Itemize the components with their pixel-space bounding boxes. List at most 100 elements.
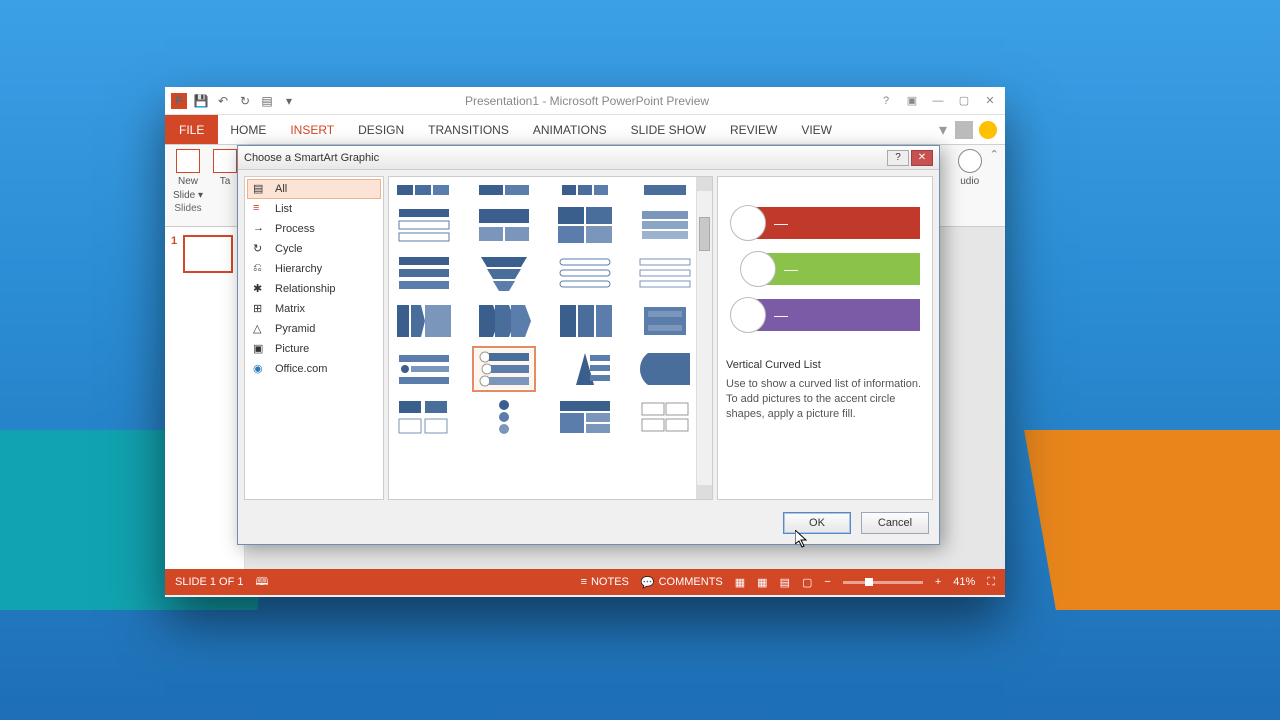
- slideshow-view-icon[interactable]: ▢: [802, 576, 812, 589]
- layout-thumb[interactable]: [395, 183, 453, 197]
- minimize-button[interactable]: —: [929, 93, 947, 109]
- scroll-thumb[interactable]: [699, 217, 710, 251]
- comments-button[interactable]: 💬 COMMENTS: [641, 576, 723, 589]
- dialog-help-button[interactable]: ?: [887, 150, 909, 166]
- layout-thumb[interactable]: [636, 397, 694, 437]
- zoom-slider[interactable]: [843, 581, 923, 584]
- office-icon: ◉: [253, 362, 267, 376]
- layout-thumb[interactable]: [556, 183, 614, 197]
- maximize-button[interactable]: ▢: [955, 93, 973, 109]
- category-relationship[interactable]: ✱Relationship: [247, 279, 381, 299]
- layout-thumb[interactable]: [636, 205, 694, 245]
- hierarchy-icon: ⎌: [253, 262, 267, 276]
- layout-thumb[interactable]: [475, 205, 533, 245]
- feedback-icon[interactable]: [979, 121, 997, 139]
- cancel-button[interactable]: Cancel: [861, 512, 929, 534]
- layout-vertical-curved-list[interactable]: [475, 349, 533, 389]
- ribbon-display-icon[interactable]: ▣: [903, 93, 921, 109]
- scroll-up-icon[interactable]: [697, 177, 712, 191]
- category-picture[interactable]: ▣Picture: [247, 339, 381, 359]
- cycle-icon: ↻: [253, 242, 267, 256]
- layout-thumb[interactable]: [475, 301, 533, 341]
- tab-transitions[interactable]: TRANSITIONS: [416, 115, 521, 144]
- tab-design[interactable]: DESIGN: [346, 115, 416, 144]
- slide-counter[interactable]: SLIDE 1 OF 1: [175, 576, 243, 588]
- layout-thumb[interactable]: [636, 253, 694, 293]
- layout-thumb[interactable]: [636, 301, 694, 341]
- category-pyramid[interactable]: △Pyramid: [247, 319, 381, 339]
- layout-thumb[interactable]: [475, 253, 533, 293]
- category-cycle[interactable]: ↻Cycle: [247, 239, 381, 259]
- slide-preview-box: [183, 235, 233, 273]
- slide-thumbnail[interactable]: 1: [171, 235, 238, 273]
- new-slide-button[interactable]: New Slide ▾: [173, 149, 203, 201]
- reading-view-icon[interactable]: ▤: [780, 576, 790, 589]
- scroll-down-icon[interactable]: [697, 485, 712, 499]
- category-hierarchy[interactable]: ⎌Hierarchy: [247, 259, 381, 279]
- close-button[interactable]: ✕: [981, 93, 999, 109]
- category-all[interactable]: ▤All: [247, 179, 381, 199]
- layout-thumb[interactable]: [395, 301, 453, 341]
- slide-thumbnail-panel: 1: [165, 227, 245, 569]
- layout-thumb[interactable]: [475, 397, 533, 437]
- layout-thumb[interactable]: [395, 253, 453, 293]
- category-process[interactable]: →Process: [247, 219, 381, 239]
- undo-icon[interactable]: ↶: [215, 93, 231, 109]
- layout-thumb[interactable]: [636, 349, 694, 389]
- category-matrix[interactable]: ⊞Matrix: [247, 299, 381, 319]
- zoom-out-button[interactable]: −: [824, 576, 830, 588]
- audio-button[interactable]: udio: [958, 149, 982, 187]
- layout-thumb[interactable]: [395, 205, 453, 245]
- layout-thumb[interactable]: [395, 397, 453, 437]
- tab-insert[interactable]: INSERT: [278, 115, 346, 144]
- layout-thumb[interactable]: [395, 349, 453, 389]
- user-avatar[interactable]: [955, 121, 973, 139]
- qat-dropdown-icon[interactable]: ▾: [281, 93, 297, 109]
- spellcheck-icon[interactable]: 🕮: [255, 573, 268, 592]
- collapse-ribbon-icon[interactable]: ▾: [939, 120, 947, 140]
- zoom-in-button[interactable]: +: [935, 576, 941, 588]
- zoom-level[interactable]: 41%: [953, 576, 975, 588]
- tab-view[interactable]: VIEW: [789, 115, 844, 144]
- preview-pane: — — — Vertical Curved List Use to show a…: [717, 176, 933, 500]
- fit-window-icon[interactable]: ⛶: [987, 576, 995, 589]
- layout-thumb[interactable]: [556, 349, 614, 389]
- layout-thumb[interactable]: [556, 397, 614, 437]
- help-icon[interactable]: ?: [877, 93, 895, 109]
- tab-home[interactable]: HOME: [218, 115, 278, 144]
- redo-icon[interactable]: ↻: [237, 93, 253, 109]
- quick-access-toolbar: P 💾 ↶ ↻ ▤ ▾: [171, 93, 297, 109]
- layout-thumb[interactable]: [556, 205, 614, 245]
- layout-thumb[interactable]: [556, 253, 614, 293]
- dialog-close-button[interactable]: ✕: [911, 150, 933, 166]
- sorter-view-icon[interactable]: ▦: [757, 576, 767, 589]
- status-bar: SLIDE 1 OF 1 🕮 ≡ NOTES 💬 COMMENTS ▦ ▦ ▤ …: [165, 569, 1005, 595]
- preview-title: Vertical Curved List: [726, 359, 924, 371]
- normal-view-icon[interactable]: ▦: [735, 576, 745, 589]
- relationship-icon: ✱: [253, 282, 267, 296]
- tab-review[interactable]: REVIEW: [718, 115, 789, 144]
- dialog-titlebar[interactable]: Choose a SmartArt Graphic ? ✕: [238, 146, 939, 170]
- list-icon: ≡: [253, 202, 267, 216]
- tab-file[interactable]: FILE: [165, 115, 218, 144]
- tables-button[interactable]: Ta: [213, 149, 237, 187]
- notes-button[interactable]: ≡ NOTES: [581, 576, 629, 588]
- picture-icon: ▣: [253, 342, 267, 356]
- gallery-scrollbar[interactable]: [696, 177, 712, 499]
- pyramid-icon: △: [253, 322, 267, 336]
- preview-description: Use to show a curved list of information…: [726, 377, 924, 422]
- smartart-dialog: Choose a SmartArt Graphic ? ✕ ▤All ≡List…: [237, 145, 940, 545]
- tab-animations[interactable]: ANIMATIONS: [521, 115, 619, 144]
- start-icon[interactable]: ▤: [259, 93, 275, 109]
- layout-thumb[interactable]: [475, 183, 533, 197]
- process-icon: →: [253, 222, 267, 236]
- layout-thumb[interactable]: [636, 183, 694, 197]
- save-icon[interactable]: 💾: [193, 93, 209, 109]
- window-title: Presentation1 - Microsoft PowerPoint Pre…: [297, 94, 877, 108]
- ok-button[interactable]: OK: [783, 512, 851, 534]
- collapse-icon[interactable]: ˆ: [992, 149, 997, 167]
- tab-slideshow[interactable]: SLIDE SHOW: [619, 115, 718, 144]
- category-list[interactable]: ≡List: [247, 199, 381, 219]
- layout-thumb[interactable]: [556, 301, 614, 341]
- category-office[interactable]: ◉Office.com: [247, 359, 381, 379]
